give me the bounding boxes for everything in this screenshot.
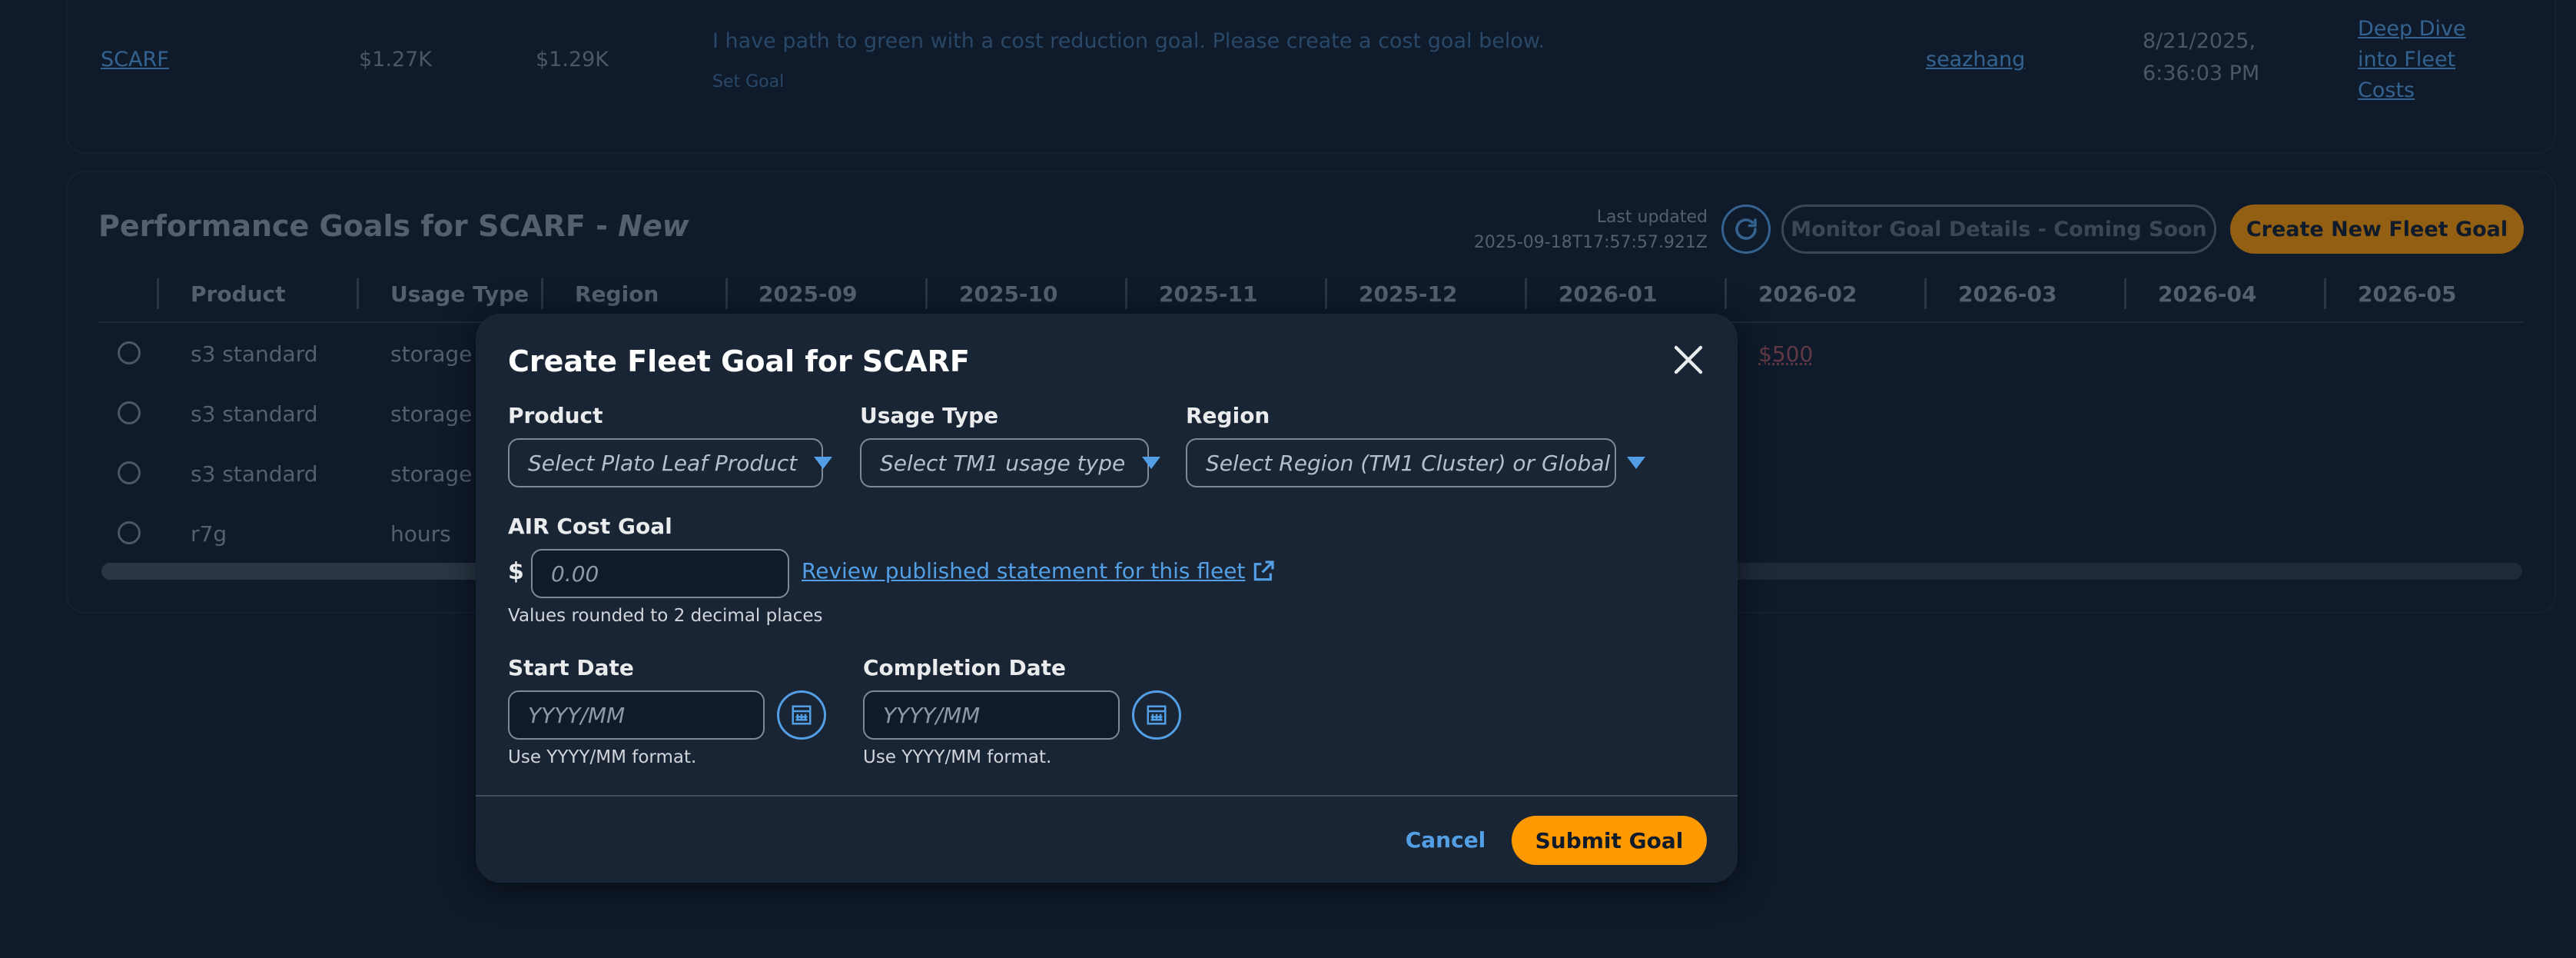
cancel-button[interactable]: Cancel	[1398, 817, 1493, 863]
external-link-icon	[1254, 560, 1275, 580]
start-date-placeholder: YYYY/MM	[528, 702, 626, 728]
review-statement-link[interactable]: Review published statement for this flee…	[802, 558, 1276, 584]
air-cost-goal-help: Values rounded to 2 decimal places	[508, 606, 823, 626]
region-label: Region	[1186, 403, 1270, 428]
completion-date-input[interactable]: YYYY/MM	[863, 690, 1120, 740]
region-select-placeholder: Select Region (TM1 Cluster) or Global	[1206, 450, 1611, 476]
air-cost-goal-label: AIR Cost Goal	[508, 514, 672, 539]
submit-goal-button[interactable]: Submit Goal	[1512, 816, 1707, 865]
calendar-icon	[792, 705, 812, 725]
usage-type-select-placeholder: Select TM1 usage type	[880, 450, 1126, 476]
modal-title: Create Fleet Goal for SCARF	[508, 344, 970, 378]
close-icon	[1674, 345, 1703, 374]
start-date-help: Use YYYY/MM format.	[508, 747, 697, 767]
completion-date-label: Completion Date	[863, 655, 1067, 680]
create-fleet-goal-modal: Create Fleet Goal for SCARF Product Sele…	[476, 314, 1738, 883]
start-date-input[interactable]: YYYY/MM	[508, 690, 765, 740]
start-date-calendar-button[interactable]	[777, 690, 826, 740]
completion-date-calendar-button[interactable]	[1132, 690, 1181, 740]
product-select[interactable]: Select Plato Leaf Product	[508, 438, 833, 487]
usage-type-select[interactable]: Select TM1 usage type	[860, 438, 1161, 487]
air-cost-goal-placeholder: 0.00	[551, 560, 599, 587]
close-button[interactable]	[1670, 341, 1707, 378]
region-select[interactable]: Select Region (TM1 Cluster) or Global	[1186, 438, 1646, 487]
completion-date-help: Use YYYY/MM format.	[863, 747, 1052, 767]
usage-type-label: Usage Type	[860, 403, 999, 428]
calendar-icon	[1147, 705, 1167, 725]
review-statement-link-text: Review published statement for this flee…	[802, 558, 1246, 584]
caret-down-icon	[1142, 457, 1161, 469]
caret-down-icon	[814, 457, 833, 469]
caret-down-icon	[1627, 457, 1646, 469]
currency-symbol: $	[508, 558, 524, 585]
product-select-placeholder: Select Plato Leaf Product	[528, 450, 798, 476]
start-date-label: Start Date	[508, 655, 634, 680]
air-cost-goal-input[interactable]: 0.00	[531, 549, 789, 598]
modal-footer-divider	[476, 795, 1738, 797]
completion-date-placeholder: YYYY/MM	[883, 702, 981, 728]
product-label: Product	[508, 403, 603, 428]
